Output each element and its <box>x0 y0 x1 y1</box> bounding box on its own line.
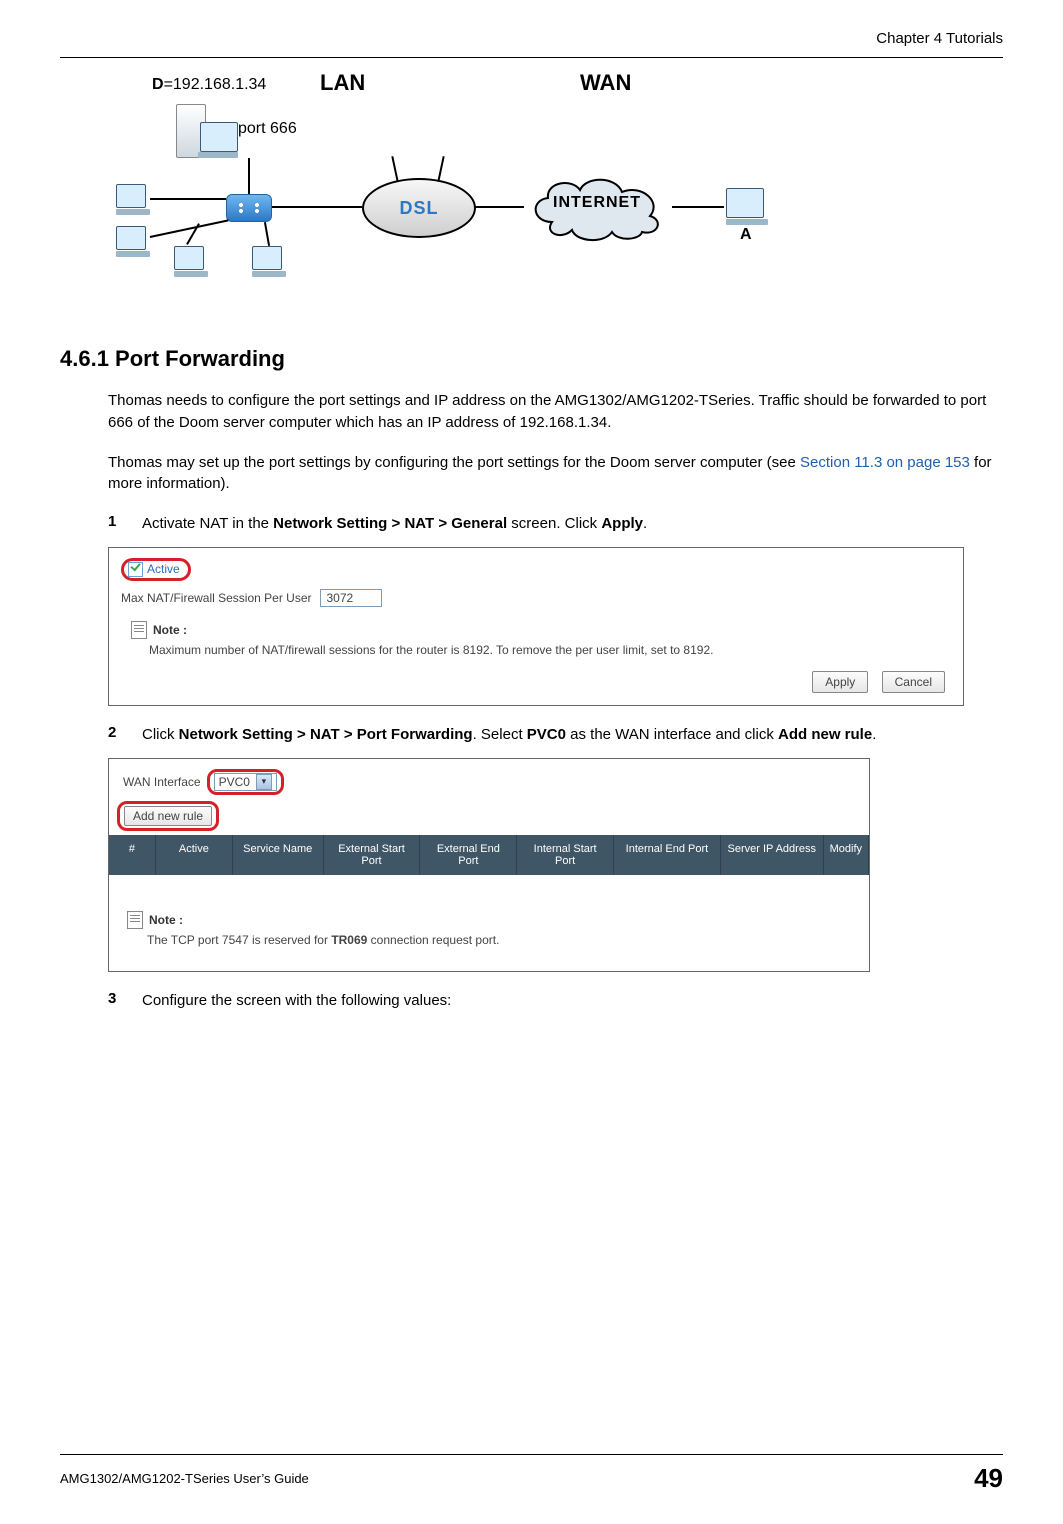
paragraph: Thomas may set up the port settings by c… <box>108 452 993 496</box>
wan-interface-dropdown[interactable]: PVC0 ▾ <box>214 773 277 791</box>
th-int-start: Internal Start Port <box>517 835 614 875</box>
pc-icon <box>726 188 768 225</box>
th-server-ip: Server IP Address <box>721 835 824 875</box>
diagram-d-label: D=192.168.1.34 <box>152 76 266 94</box>
note-label: Note : <box>149 913 183 927</box>
page-footer: AMG1302/AMG1202-TSeries User’s Guide 49 <box>60 1454 1003 1494</box>
active-checkbox[interactable] <box>128 562 143 577</box>
note-icon <box>131 621 147 639</box>
cancel-button[interactable]: Cancel <box>882 671 945 693</box>
internet-cloud-icon: INTERNET <box>522 172 672 242</box>
chapter-header: Chapter 4 Tutorials <box>60 30 1003 47</box>
th-ext-start: External Start Port <box>324 835 421 875</box>
note-text: Maximum number of NAT/firewall sessions … <box>149 643 951 657</box>
cross-reference-link[interactable]: Section 11.3 on page 153 <box>800 454 970 471</box>
port-forwarding-screenshot: WAN Interface PVC0 ▾ Add new rule # Acti… <box>108 758 870 972</box>
note-text: The TCP port 7547 is reserved for TR069 … <box>147 933 869 947</box>
network-diagram: D=192.168.1.34 LAN WAN port 666 <box>80 76 1003 316</box>
table-header: # Active Service Name External Start Por… <box>109 835 869 875</box>
paragraph: Thomas needs to configure the port setti… <box>108 390 993 434</box>
diagram-a-label: A <box>740 226 752 244</box>
max-session-label: Max NAT/Firewall Session Per User <box>121 591 312 605</box>
note-icon <box>127 911 143 929</box>
step-text: Configure the screen with the following … <box>142 990 993 1012</box>
footer-page-number: 49 <box>974 1463 1003 1494</box>
step-number: 3 <box>108 990 142 1012</box>
max-session-input[interactable]: 3072 <box>320 589 382 607</box>
pc-icon <box>116 184 150 215</box>
highlight-ring: Add new rule <box>117 801 219 831</box>
switch-icon <box>226 194 272 222</box>
th-num: # <box>109 835 156 875</box>
pc-icon <box>252 246 286 277</box>
highlight-ring: PVC0 ▾ <box>207 769 284 795</box>
th-service: Service Name <box>233 835 324 875</box>
step-number: 2 <box>108 724 142 746</box>
th-active: Active <box>156 835 233 875</box>
apply-button[interactable]: Apply <box>812 671 868 693</box>
add-new-rule-button[interactable]: Add new rule <box>124 806 212 826</box>
pc-icon <box>116 226 150 257</box>
diagram-lan-label: LAN <box>320 70 365 96</box>
nat-general-screenshot: Active Max NAT/Firewall Session Per User… <box>108 547 964 706</box>
th-ext-end: External End Port <box>420 835 517 875</box>
step-item: 3 Configure the screen with the followin… <box>108 990 993 1012</box>
th-modify: Modify <box>824 835 869 875</box>
dsl-router-icon: DSL <box>362 178 476 238</box>
table-body-empty <box>109 875 869 899</box>
th-int-end: Internal End Port <box>614 835 721 875</box>
step-item: 2 Click Network Setting > NAT > Port For… <box>108 724 993 746</box>
diagram-wan-label: WAN <box>580 70 631 96</box>
active-label: Active <box>147 562 180 576</box>
section-heading: 4.6.1 Port Forwarding <box>60 346 1003 372</box>
note-label: Note : <box>153 623 187 637</box>
step-item: 1 Activate NAT in the Network Setting > … <box>108 513 993 535</box>
highlight-ring: Active <box>121 558 191 581</box>
step-number: 1 <box>108 513 142 535</box>
wan-interface-label: WAN Interface <box>123 775 201 789</box>
pc-icon <box>174 246 208 277</box>
chevron-down-icon: ▾ <box>256 774 272 790</box>
header-rule <box>60 57 1003 58</box>
diagram-port-label: port 666 <box>238 120 297 138</box>
server-icon <box>176 104 206 158</box>
footer-guide-title: AMG1302/AMG1202-TSeries User’s Guide <box>60 1471 309 1486</box>
